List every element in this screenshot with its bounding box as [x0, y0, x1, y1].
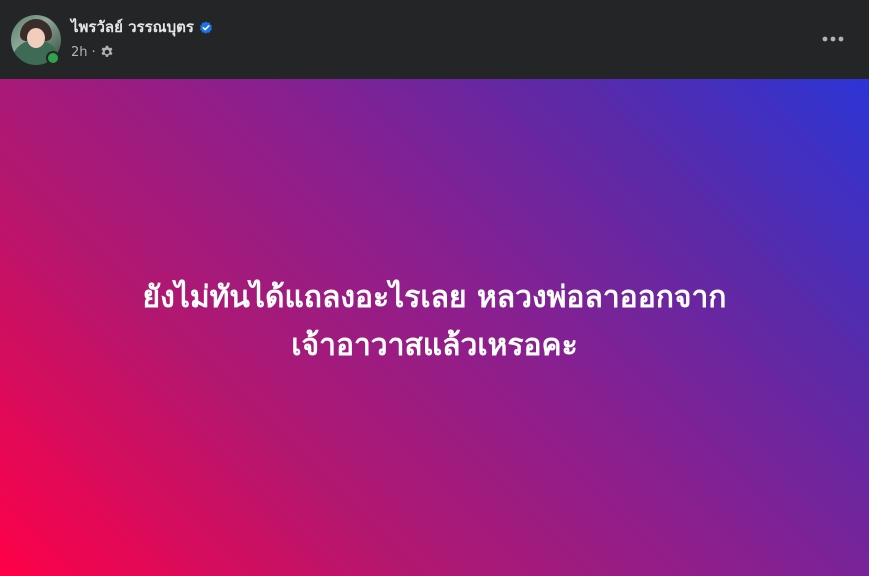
meta-separator: ·	[91, 44, 96, 60]
post-text: ยังไม่ทันได้แถลงอะไรเลย หลวงพ่อลาออกจาก …	[35, 274, 835, 370]
post-text-line-1: ยังไม่ทันได้แถลงอะไรเลย หลวงพ่อลาออกจาก	[142, 279, 727, 315]
post-meta: 2h ·	[71, 42, 114, 62]
gear-icon[interactable]	[100, 45, 114, 59]
post-header: ไพรวัลย์ วรรณบุตร 2h ·	[0, 0, 869, 79]
more-options-button[interactable]	[815, 21, 851, 57]
author-name[interactable]: ไพรวัลย์ วรรณบุตร	[71, 17, 194, 37]
post-text-line-2: เจ้าอาวาสแล้วเหรอคะ	[291, 327, 578, 363]
more-horizontal-icon	[822, 36, 844, 42]
online-status-dot	[46, 51, 60, 65]
post-timestamp[interactable]: 2h	[71, 45, 88, 60]
avatar-face	[27, 28, 45, 48]
author-row: ไพรวัลย์ วรรณบุตร	[71, 16, 213, 38]
post-card: ไพรวัลย์ วรรณบุตร 2h · ยังไม่ทันได้แถลงอ…	[0, 0, 869, 576]
post-background-text: ยังไม่ทันได้แถลงอะไรเลย หลวงพ่อลาออกจาก …	[0, 79, 869, 576]
verified-badge-icon	[199, 20, 213, 34]
